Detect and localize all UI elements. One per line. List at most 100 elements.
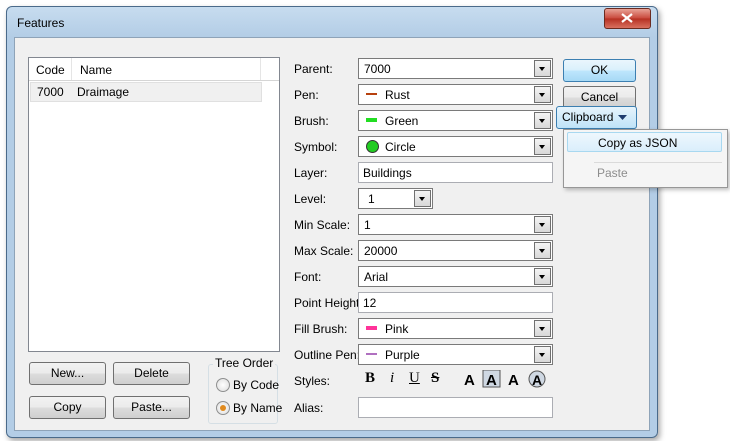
pen-label: Pen: [294, 88, 319, 102]
svg-text:A: A [532, 372, 542, 388]
layer-input[interactable]: Buildings [358, 162, 553, 183]
symbol-value: Circle [385, 140, 416, 154]
chevron-down-icon[interactable] [534, 60, 551, 77]
new-button[interactable]: New... [29, 362, 106, 385]
chevron-down-icon[interactable] [534, 268, 551, 285]
column-divider[interactable] [71, 58, 72, 80]
features-list[interactable]: Code Name 7000 Draimage [28, 57, 280, 352]
level-combo[interactable]: 1 [358, 188, 433, 209]
circle-symbol-icon [366, 140, 379, 153]
list-item-code: 7000 [37, 85, 64, 99]
chevron-down-icon[interactable] [534, 138, 551, 155]
copy-button[interactable]: Copy [29, 396, 106, 419]
text-effects-icons[interactable]: A A A A [461, 370, 549, 388]
symbol-combo[interactable]: Circle [358, 136, 553, 157]
layer-value: Buildings [363, 166, 412, 180]
paste-button-label: Paste... [131, 400, 172, 414]
font-value: Arial [364, 270, 389, 284]
plain-a-icon[interactable]: A [464, 372, 475, 388]
by-code-radio[interactable] [216, 378, 230, 392]
clipboard-button[interactable]: Clipboard [556, 106, 637, 129]
svg-text:A: A [464, 372, 475, 388]
close-icon [621, 13, 633, 23]
chevron-down-icon[interactable] [414, 190, 431, 207]
brush-combo[interactable]: Green [358, 110, 553, 131]
paste-button[interactable]: Paste... [113, 396, 190, 419]
window-title: Features [17, 16, 65, 30]
max-scale-combo[interactable]: 20000 [358, 240, 553, 261]
by-name-radio[interactable] [216, 401, 230, 415]
level-label: Level: [294, 192, 327, 206]
outlined-a-icon[interactable]: A [508, 372, 519, 388]
features-dialog: Features Code Name 7000 Draimage New... … [6, 6, 658, 438]
clipboard-button-label: Clipboard [562, 110, 614, 124]
italic-button[interactable]: i [390, 370, 394, 387]
alias-input[interactable] [358, 397, 553, 418]
delete-button-label: Delete [134, 366, 169, 380]
outline-pen-label: Outline Pen: [294, 348, 361, 362]
boxed-a-icon[interactable]: A [482, 370, 501, 388]
by-code-label[interactable]: By Code [233, 378, 279, 392]
menu-item-copy-as-json[interactable]: Copy as JSON [567, 132, 722, 152]
point-height-label: Point Height: [294, 296, 363, 310]
list-item-name: Draimage [77, 85, 130, 99]
tree-order-title: Tree Order [213, 356, 276, 370]
brush-value: Green [385, 114, 419, 128]
styles-label: Styles: [294, 374, 331, 388]
menu-item-paste[interactable]: Paste [567, 163, 722, 183]
title-bar: Features [7, 7, 657, 37]
font-label: Font: [294, 270, 322, 284]
svg-text:A: A [486, 372, 497, 388]
svg-text:A: A [508, 372, 519, 388]
font-combo[interactable]: Arial [358, 266, 553, 287]
copy-button-label: Copy [53, 400, 82, 414]
fill-brush-value: Pink [385, 322, 409, 336]
bold-button[interactable]: B [365, 370, 375, 387]
chevron-down-icon[interactable] [534, 320, 551, 337]
outline-pen-combo[interactable]: Purple [358, 344, 553, 365]
min-scale-value: 1 [364, 218, 371, 232]
symbol-label: Symbol: [294, 140, 338, 154]
chevron-down-icon[interactable] [534, 86, 551, 103]
tree-order-group [208, 364, 278, 424]
chevron-down-icon[interactable] [534, 216, 551, 233]
min-scale-combo[interactable]: 1 [358, 214, 553, 235]
parent-label: Parent: [294, 62, 333, 76]
parent-combo[interactable]: 7000 [358, 58, 553, 79]
column-header-name[interactable]: Name [80, 63, 112, 77]
by-name-label[interactable]: By Name [233, 401, 282, 415]
ok-button-label: OK [590, 63, 609, 77]
point-height-input[interactable]: 12 [358, 292, 553, 313]
alias-label: Alias: [294, 401, 324, 415]
clipboard-menu: Copy as JSON Paste [563, 129, 728, 188]
column-header-code[interactable]: Code [36, 63, 65, 77]
point-height-value: 12 [363, 296, 377, 310]
fill-brush-label: Fill Brush: [294, 322, 348, 336]
close-button[interactable] [604, 8, 651, 29]
level-value: 1 [368, 192, 375, 206]
dropdown-arrow-icon [618, 115, 627, 120]
fill-brush-combo[interactable]: Pink [358, 318, 553, 339]
strikethrough-button[interactable]: S [431, 370, 439, 387]
list-header: Code Name [29, 58, 279, 81]
layer-label: Layer: [294, 166, 328, 180]
parent-value: 7000 [364, 62, 391, 76]
column-divider[interactable] [260, 58, 261, 80]
outline-pen-color-swatch [366, 353, 377, 355]
underline-button[interactable]: U [409, 370, 420, 387]
dialog-client: Code Name 7000 Draimage New... Delete Co… [14, 37, 650, 431]
ok-button[interactable]: OK [563, 59, 636, 82]
outline-pen-value: Purple [385, 348, 420, 362]
circled-a-icon[interactable]: A [528, 370, 546, 388]
brush-label: Brush: [294, 114, 329, 128]
pen-combo[interactable]: Rust [358, 84, 553, 105]
min-scale-label: Min Scale: [294, 218, 351, 232]
pen-color-swatch [366, 93, 377, 95]
delete-button[interactable]: Delete [113, 362, 190, 385]
chevron-down-icon[interactable] [534, 242, 551, 259]
fill-brush-color-swatch [366, 326, 377, 330]
list-item[interactable]: 7000 Draimage [30, 82, 262, 102]
pen-value: Rust [385, 88, 410, 102]
chevron-down-icon[interactable] [534, 346, 551, 363]
chevron-down-icon[interactable] [534, 112, 551, 129]
